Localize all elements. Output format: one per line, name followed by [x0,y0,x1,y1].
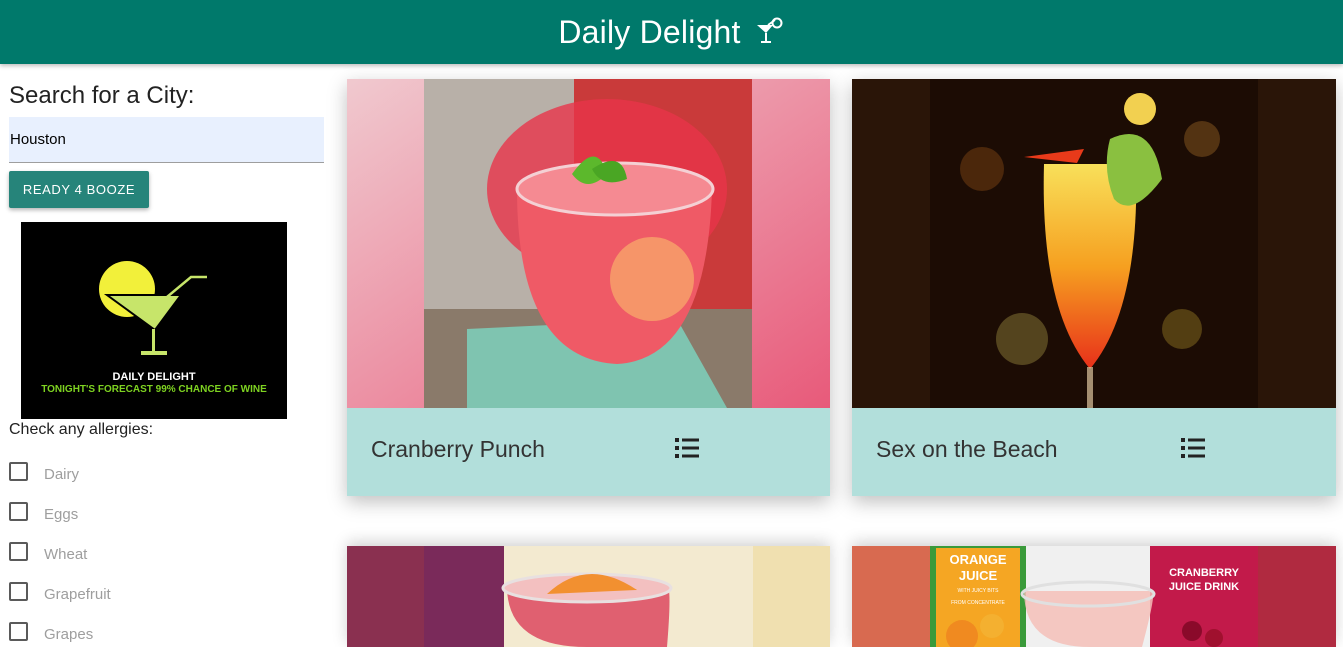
card-footer: Sex on the Beach [852,408,1336,496]
allergy-label-dairy: Dairy [44,465,80,483]
allergy-option-grapefruit[interactable]: Grapefruit [9,574,111,614]
logo-title: DAILY DELIGHT [112,371,195,383]
allergy-option-grapes[interactable]: Grapes [9,614,111,647]
search-label: Search for a City: [9,82,195,109]
app-header: Daily Delight [0,0,1343,64]
wheat-checkbox[interactable] [9,541,28,561]
list-icon[interactable] [1181,437,1205,459]
grapes-checkbox[interactable] [9,621,28,641]
cranberry-punch-photo[interactable] [347,79,830,408]
city-search-input[interactable] [9,117,324,163]
allergy-label-eggs: Eggs [44,505,79,523]
allergy-label-grapes: Grapes [44,625,94,643]
drink-photo-3[interactable] [347,546,830,647]
cranberry-carton-label-2: JUICE DRINK [1169,581,1239,593]
drink-card-sex-on-the-beach[interactable]: Sex on the Beach [852,79,1336,496]
oj-carton-sub2: FROM CONCENTRATE [951,600,1005,606]
oj-carton-label-2: JUICE [959,568,998,583]
sidebar: Search for a City: READY 4 BOOZE DAILY D… [0,64,335,647]
drink-card-4[interactable]: ORANGE JUICE WITH JUICY BITS FROM CONCEN… [852,546,1336,647]
allergy-option-eggs[interactable]: Eggs [9,494,111,534]
card-title: Cranberry Punch [371,436,545,462]
allergy-list: Dairy Eggs Wheat Grapefruit Grapes [9,454,111,647]
drink-card-3[interactable] [347,546,830,647]
cranberry-carton-label: CRANBERRY [1169,567,1240,579]
allergy-option-dairy[interactable]: Dairy [9,454,111,494]
cocktail-icon [755,17,785,47]
ready-4-booze-button[interactable]: READY 4 BOOZE [9,171,149,208]
allergy-option-wheat[interactable]: Wheat [9,534,111,574]
list-icon[interactable] [675,437,699,459]
oj-carton-sub: WITH JUICY BITS [957,588,999,594]
eggs-checkbox[interactable] [9,501,28,521]
dairy-checkbox[interactable] [9,461,28,481]
allergy-label-wheat: Wheat [44,545,88,563]
allergy-label-grapefruit: Grapefruit [44,585,111,603]
sex-on-the-beach-photo[interactable] [852,79,1336,408]
allergy-label: Check any allergies: [9,421,154,438]
drink-photo-4[interactable]: ORANGE JUICE WITH JUICY BITS FROM CONCEN… [852,546,1336,647]
grapefruit-checkbox[interactable] [9,581,28,601]
card-title: Sex on the Beach [876,436,1058,462]
card-footer: Cranberry Punch [347,408,830,496]
app-title: Daily Delight [558,13,741,50]
logo-tagline: TONIGHT'S FORECAST 99% CHANCE OF WINE [41,384,267,395]
daily-delight-logo: DAILY DELIGHT TONIGHT'S FORECAST 99% CHA… [21,222,287,419]
drink-card-cranberry-punch[interactable]: Cranberry Punch [347,79,830,496]
oj-carton-label: ORANGE [949,552,1006,567]
